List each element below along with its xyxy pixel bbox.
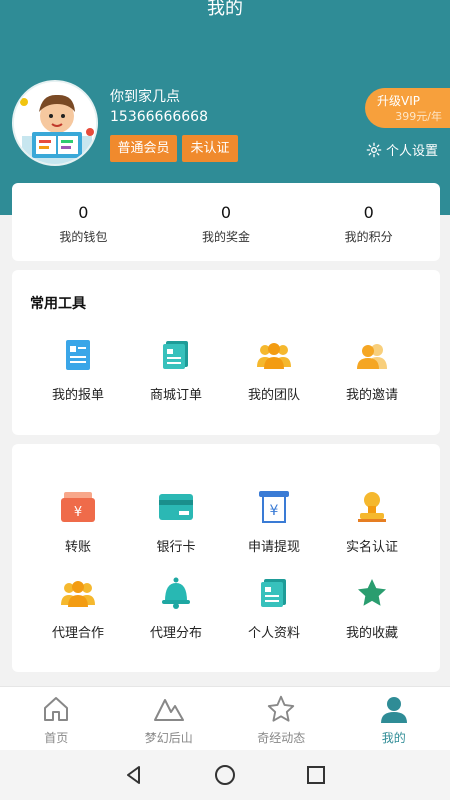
my-favorites-item[interactable]: 我的收藏	[323, 576, 421, 641]
tab-home[interactable]: 首页	[0, 687, 113, 750]
star-icon	[268, 695, 295, 722]
upgrade-vip-button[interactable]: 升级VIP 399元/年	[365, 88, 450, 128]
gear-icon	[366, 142, 382, 157]
withdraw-icon: ¥	[259, 491, 289, 523]
tab-mine[interactable]: 我的	[338, 687, 450, 750]
bank-card-icon	[159, 494, 193, 520]
personal-profile-item[interactable]: 个人资料	[225, 576, 323, 641]
tool-label: 我的邀请	[345, 388, 398, 403]
transfer-icon: ¥	[61, 492, 95, 522]
favorites-icon	[358, 579, 386, 606]
my-invites-item[interactable]: 我的邀请	[323, 338, 421, 403]
profile-icon	[261, 579, 286, 607]
tab-label: 首页	[44, 731, 69, 745]
service-label: 转账	[64, 540, 91, 555]
vip-price: 399元/年	[395, 110, 442, 123]
services-grid-row1: ¥ 转账 银行卡 ¥ 申请提现 实名认证	[12, 490, 440, 555]
username: 你到家几点	[110, 89, 180, 105]
home-button-icon[interactable]	[214, 764, 236, 786]
stat-label: 我的积分	[344, 230, 393, 244]
section-title: 常用工具	[30, 296, 86, 312]
tools-grid: 我的报单 商城订单 我的团队 我的邀请	[12, 338, 440, 403]
recents-icon[interactable]	[306, 765, 326, 785]
phone-number: 15366666668	[110, 109, 208, 125]
home-icon	[44, 697, 69, 721]
service-label: 我的收藏	[345, 626, 398, 641]
verify-icon	[358, 492, 386, 522]
agent-coop-item[interactable]: 代理合作	[29, 576, 127, 641]
stats-card: 0 我的钱包 0 我的奖金 0 我的积分	[12, 183, 440, 261]
services-grid-row2: 代理合作 代理分布 个人资料 我的收藏	[12, 576, 440, 641]
tab-label: 我的	[381, 731, 406, 745]
avatar[interactable]	[12, 80, 98, 166]
mall-orders-item[interactable]: 商城订单	[127, 338, 225, 403]
service-label: 代理合作	[51, 626, 104, 641]
agent-coop-icon	[61, 581, 95, 607]
personal-settings-button[interactable]: 个人设置	[366, 140, 438, 159]
user-icon	[380, 697, 407, 723]
points-stat[interactable]: 0 我的积分	[297, 183, 440, 261]
order-icon	[163, 341, 188, 369]
tab-label: 奇经动态	[257, 731, 306, 745]
agent-distribution-item[interactable]: 代理分布	[127, 576, 225, 641]
wallet-stat[interactable]: 0 我的钱包	[12, 183, 155, 261]
bank-card-item[interactable]: 银行卡	[127, 490, 225, 555]
stat-value: 0	[78, 203, 89, 222]
stat-label: 我的奖金	[202, 230, 251, 244]
tab-qijing-news[interactable]: 奇经动态	[225, 687, 338, 750]
svg-text:¥: ¥	[74, 505, 82, 520]
stat-value: 0	[363, 203, 374, 222]
stat-value: 0	[220, 203, 232, 222]
avatar-image	[14, 82, 96, 164]
my-report-item[interactable]: 我的报单	[29, 338, 127, 403]
invite-icon	[357, 344, 387, 369]
auth-status-badge[interactable]: 未认证	[182, 135, 238, 162]
real-name-verify-item[interactable]: 实名认证	[323, 490, 421, 555]
settings-label: 个人设置	[385, 144, 438, 159]
service-label: 实名认证	[345, 540, 398, 555]
my-team-item[interactable]: 我的团队	[225, 338, 323, 403]
tool-label: 我的报单	[51, 388, 104, 403]
system-nav-bar	[0, 750, 450, 800]
service-label: 个人资料	[247, 626, 300, 641]
withdraw-item[interactable]: ¥ 申请提现	[225, 490, 323, 555]
tab-label: 梦幻后山	[144, 731, 193, 745]
transfer-item[interactable]: ¥ 转账	[29, 490, 127, 555]
tool-label: 商城订单	[149, 388, 202, 403]
member-level-badge[interactable]: 普通会员	[110, 135, 177, 162]
bonus-stat[interactable]: 0 我的奖金	[155, 183, 298, 261]
back-icon[interactable]	[124, 765, 144, 785]
bottom-tab-bar: 首页 梦幻后山 奇经动态 我的	[0, 686, 450, 750]
tool-label: 我的团队	[247, 388, 300, 403]
team-icon	[257, 343, 291, 369]
mountain-icon	[153, 699, 184, 721]
service-label: 申请提现	[247, 540, 300, 555]
services-card: ¥ 转账 银行卡 ¥ 申请提现 实名认证 代理合作 代理分布 个人资料 我的收藏	[12, 444, 440, 672]
vip-label: 升级VIP	[377, 94, 420, 108]
service-label: 银行卡	[156, 540, 196, 555]
page-title: 我的	[207, 0, 243, 19]
service-label: 代理分布	[149, 626, 202, 641]
tab-dream-mountain[interactable]: 梦幻后山	[113, 687, 226, 750]
report-icon	[66, 340, 90, 370]
common-tools-card: 常用工具 我的报单 商城订单 我的团队 我的邀请	[12, 270, 440, 435]
svg-text:¥: ¥	[270, 503, 279, 519]
agent-distribution-icon	[162, 577, 190, 609]
stat-label: 我的钱包	[59, 230, 108, 244]
